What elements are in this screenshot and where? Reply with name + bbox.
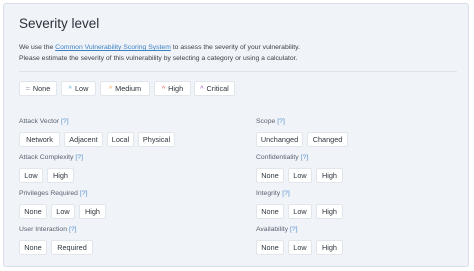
metric-label: Scope — [256, 118, 276, 125]
severity-medium-button[interactable]: ^ Medium — [100, 81, 150, 96]
description-text: to assess the severity of your vulnerabi… — [170, 44, 300, 51]
integrity-high-button[interactable]: High — [316, 204, 343, 219]
help-link[interactable]: [?] — [277, 118, 285, 125]
help-link[interactable]: [?] — [301, 154, 309, 161]
attack-complexity-high-button[interactable]: High — [47, 168, 74, 183]
severity-label: Medium — [115, 84, 142, 93]
attack-vector-adjacent-button[interactable]: Adjacent — [64, 132, 103, 147]
severity-panel: Severity level We use the Common Vulnera… — [3, 3, 469, 267]
help-link[interactable]: [?] — [290, 226, 298, 233]
severity-label: Critical — [206, 84, 229, 93]
scope-unchanged-button[interactable]: Unchanged — [256, 132, 303, 147]
severity-label: High — [168, 84, 184, 93]
privileges-required-label: Privileges Required [?] — [19, 190, 88, 197]
severity-label: Low — [74, 84, 89, 93]
attack-complexity-label: Attack Complexity [?] — [19, 154, 83, 161]
severity-high-button[interactable]: ^ High — [154, 81, 191, 96]
user-interaction-label: User Interaction [?] — [19, 226, 77, 233]
page-title: Severity level — [19, 16, 100, 31]
confidentiality-low-button[interactable]: Low — [288, 168, 312, 183]
availability-none-button[interactable]: None — [256, 240, 284, 255]
description-text: Please estimate the severity of this vul… — [19, 55, 298, 62]
severity-low-button[interactable]: ^ Low — [61, 81, 96, 96]
help-link[interactable]: [?] — [69, 226, 77, 233]
severity-critical-button[interactable]: ^ Critical — [194, 81, 235, 96]
privileges-high-button[interactable]: High — [79, 204, 106, 219]
user-interaction-required-button[interactable]: Required — [51, 240, 93, 255]
availability-high-button[interactable]: High — [316, 240, 343, 255]
privileges-low-button[interactable]: Low — [51, 204, 75, 219]
scope-label: Scope [?] — [256, 118, 285, 125]
severity-label: None — [32, 84, 51, 93]
attack-vector-network-button[interactable]: Network — [19, 132, 60, 147]
equals-icon: = — [25, 86, 30, 93]
chevron-up-icon: ^ — [68, 86, 72, 93]
availability-low-button[interactable]: Low — [288, 240, 312, 255]
description: We use the Common Vulnerability Scoring … — [19, 42, 459, 64]
attack-vector-physical-button[interactable]: Physical — [138, 132, 175, 147]
description-text: We use the — [19, 44, 56, 51]
attack-vector-local-button[interactable]: Local — [107, 132, 134, 147]
privileges-none-button[interactable]: None — [19, 204, 47, 219]
integrity-none-button[interactable]: None — [256, 204, 284, 219]
attack-complexity-low-button[interactable]: Low — [19, 168, 43, 183]
metric-label: Confidentiality — [256, 154, 299, 161]
triple-chevron-icon: ^ — [161, 86, 166, 93]
triple-chevron-icon: ^ — [200, 86, 204, 93]
confidentiality-label: Confidentiality [?] — [256, 154, 308, 161]
integrity-low-button[interactable]: Low — [288, 204, 312, 219]
help-link[interactable]: [?] — [282, 190, 290, 197]
metric-label: Attack Complexity — [19, 154, 74, 161]
help-link[interactable]: [?] — [61, 118, 69, 125]
severity-none-button[interactable]: = None — [19, 81, 57, 96]
availability-label: Availability [?] — [256, 226, 298, 233]
scope-changed-button[interactable]: Changed — [307, 132, 348, 147]
metric-label: User Interaction — [19, 226, 67, 233]
cvss-link[interactable]: Common Vulnerability Scoring System — [55, 44, 171, 51]
help-link[interactable]: [?] — [75, 154, 83, 161]
confidentiality-high-button[interactable]: High — [316, 168, 343, 183]
double-chevron-icon: ^ — [108, 86, 113, 93]
user-interaction-none-button[interactable]: None — [19, 240, 47, 255]
attack-vector-label: Attack Vector [?] — [19, 118, 69, 125]
metric-label: Attack Vector — [19, 118, 60, 125]
help-link[interactable]: [?] — [80, 190, 88, 197]
metric-label: Privileges Required — [19, 190, 78, 197]
metric-label: Availability — [256, 226, 288, 233]
confidentiality-none-button[interactable]: None — [256, 168, 284, 183]
integrity-label: Integrity [?] — [256, 190, 290, 197]
metric-label: Integrity — [256, 190, 281, 197]
divider — [19, 71, 457, 72]
